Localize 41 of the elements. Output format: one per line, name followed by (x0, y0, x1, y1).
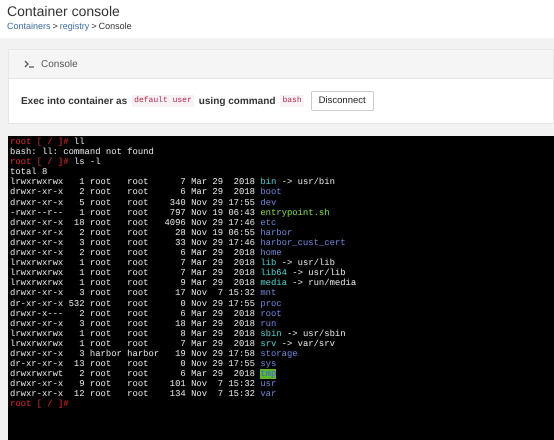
exec-label: Exec into container as (21, 94, 128, 108)
terminal-line: drwxr-xr-x 3 root root 33 Nov 29 17:46 harbor_cust_cert (10, 238, 347, 248)
terminal-line: drwxr-xr-x 18 root root 4096 Nov 29 17:46 etc (10, 218, 278, 228)
terminal-line: root [ / ]# ll (10, 137, 86, 148)
code-label: bash (280, 95, 304, 107)
breadcrumb-link[interactable]: Containers (7, 20, 51, 32)
terminal-line: lrwxrwxrwx 1 root root 8 Mar 29 2018 sbin -> usr/sbin (10, 328, 347, 339)
terminal-line: drwxr-xr-x 2 root root 28 Nov 19 06:55 harbor (10, 228, 294, 238)
terminal-line: drwxrwxrwt 2 root root 6 Mar 29 2018 tmp (10, 369, 278, 380)
breadcrumb-current: Console (98, 20, 132, 32)
terminal-line: drwxr-xr-x 12 root root 134 Nov 7 15:32 var (10, 389, 278, 400)
terminal-line: drwxr-xr-x 5 root root 340 Nov 29 17:55 dev (10, 198, 278, 208)
terminal-line: bash: ll: command not found (10, 147, 155, 158)
disconnect-button[interactable]: Disconnect (310, 91, 374, 111)
breadcrumb-separator: > (52, 20, 58, 32)
terminal-line: lrwxrwxrwx 1 root root 7 Mar 29 2018 lib -> usr/lib (10, 258, 336, 268)
terminal-line: root [ / ]# (10, 399, 70, 410)
terminal-line: drwxr-xr-x 3 root root 18 Mar 29 2018 run (10, 318, 278, 329)
terminal-icon (24, 60, 35, 68)
terminal-line: lrwxrwxrwx 1 root root 9 Mar 29 2018 media -> run/media (10, 278, 358, 288)
terminal-line: drwxr-x--- 2 root root 6 Mar 29 2018 root (10, 308, 283, 319)
terminal-line: lrwxrwxrwx 1 root root 7 Mar 29 2018 srv -> var/srv (10, 338, 336, 349)
terminal-line: drwxr-xr-x 2 root root 6 Mar 29 2018 boot (10, 187, 283, 198)
code-label: default user (132, 95, 194, 107)
panel-title: Console (41, 58, 78, 72)
terminal-line: drwxr-xr-x 2 root root 6 Mar 29 2018 home (10, 248, 283, 258)
breadcrumb-link[interactable]: registry (60, 20, 90, 32)
terminal-line: total 8 (10, 167, 48, 178)
exec-label: using command (198, 94, 276, 108)
terminal[interactable] (8, 136, 554, 440)
terminal-line: drwxr-xr-x 9 root root 101 Nov 7 15:32 usr (10, 379, 278, 390)
breadcrumb-separator: > (91, 20, 97, 32)
page-title: Container console (7, 2, 121, 20)
terminal-line: dr-xr-xr-x 532 root root 0 Nov 29 17:55 proc (10, 298, 283, 309)
terminal-line: lrwxrwxrwx 1 root root 7 Mar 29 2018 lib64 -> usr/lib (10, 268, 347, 278)
terminal-line: -rwxr--r-- 1 root root 797 Nov 19 06:43 entrypoint.sh (10, 208, 331, 218)
terminal-line: drwxr-xr-x 3 root root 17 Nov 7 15:32 mnt (10, 288, 278, 298)
terminal-line: dr-xr-xr-x 13 root root 0 Nov 29 17:55 sys (10, 359, 278, 370)
terminal-line: root [ / ]# ls -l (10, 157, 102, 168)
terminal-line: lrwxrwxrwx 1 root root 7 Mar 29 2018 bin -> usr/bin (10, 177, 336, 188)
terminal-line: drwxr-xr-x 3 harbor harbor 19 Nov 29 17:58 storage (10, 348, 299, 360)
